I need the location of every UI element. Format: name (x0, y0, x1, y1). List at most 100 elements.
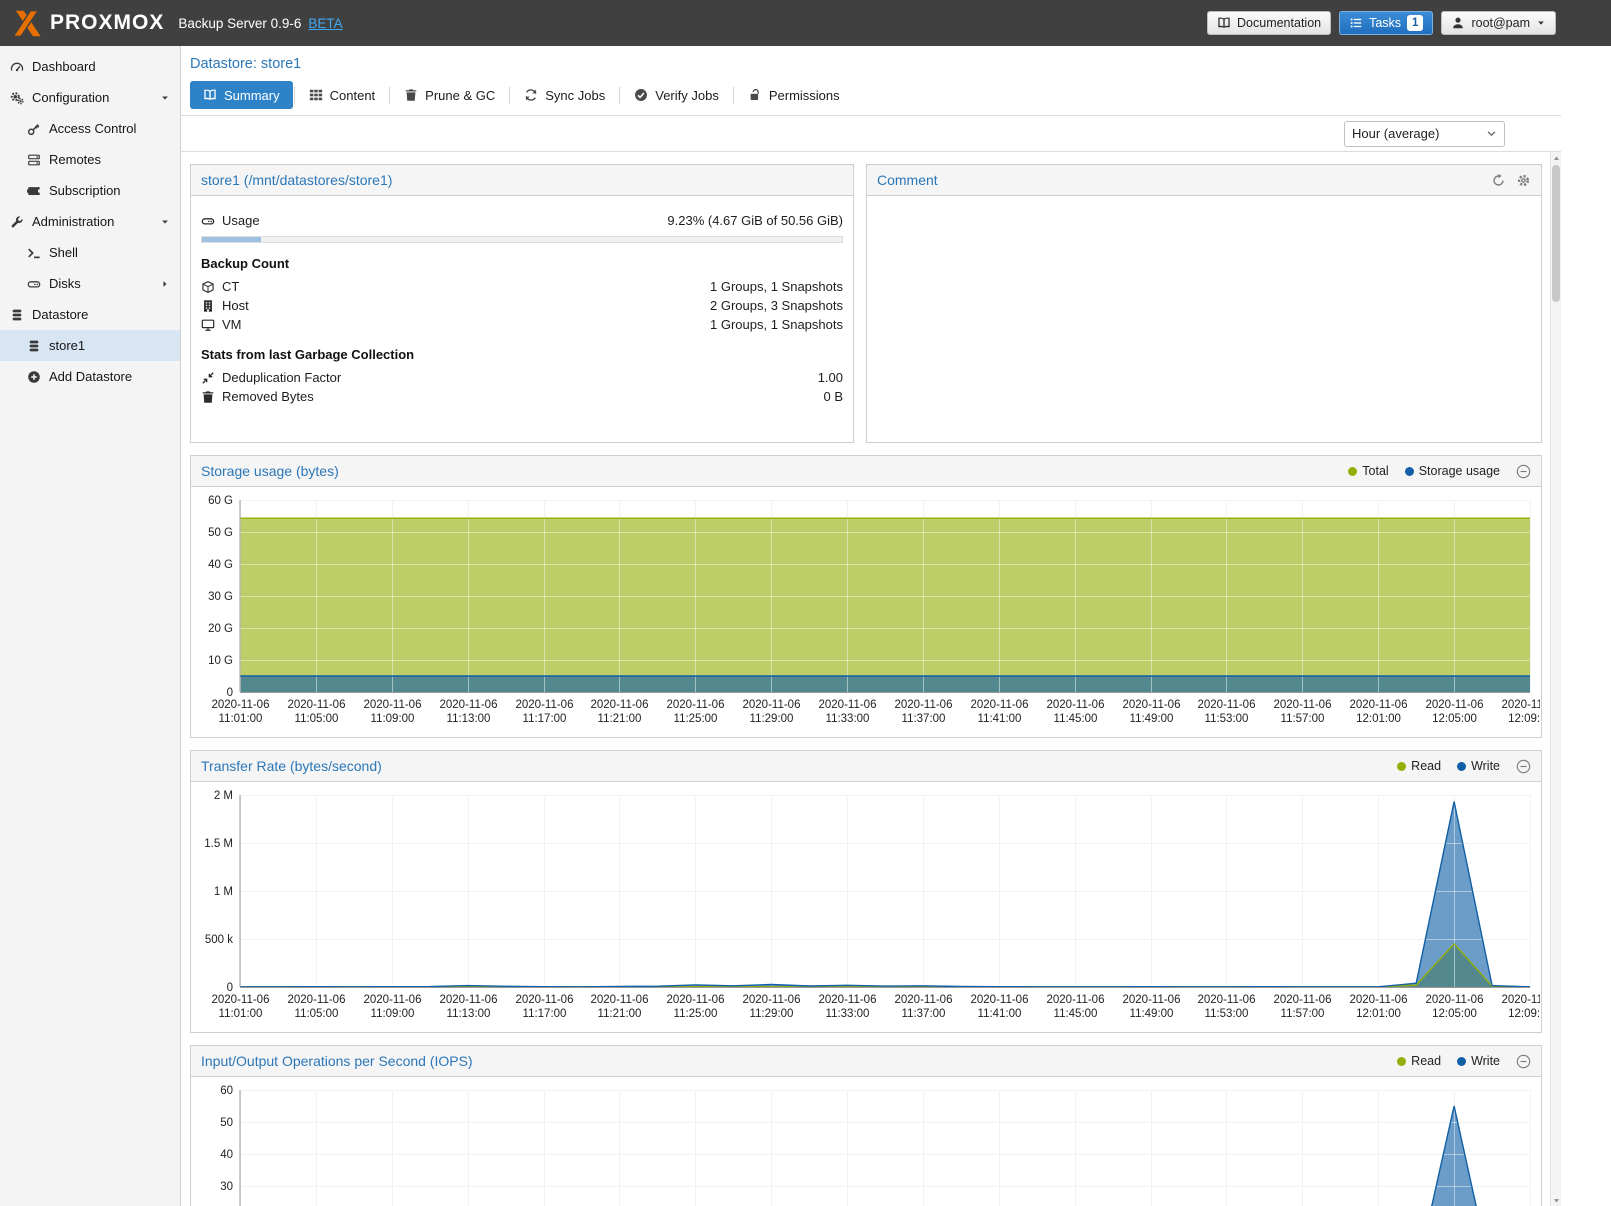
svg-text:30 G: 30 G (208, 591, 233, 603)
sidebar-item-label: Administration (32, 214, 114, 229)
tab-sync-jobs[interactable]: Sync Jobs (511, 81, 618, 109)
svg-text:2020-11-06: 2020-11-06 (819, 994, 877, 1006)
gear-icon[interactable] (1516, 173, 1531, 188)
panels-area: store1 (/mnt/datastores/store1) Usage 9.… (181, 152, 1561, 1206)
comment-panel-header: Comment (867, 165, 1541, 196)
caret-down-icon[interactable] (160, 93, 170, 103)
svg-text:2020-11-06: 2020-11-06 (1274, 994, 1332, 1006)
backup-count-heading: Backup Count (201, 256, 843, 271)
sidebar-item-remotes[interactable]: Remotes (0, 144, 180, 175)
desktop-icon (201, 318, 215, 332)
usage-label: Usage (222, 213, 260, 228)
brand-name: PROXMOX (50, 11, 164, 35)
user-icon (1451, 16, 1465, 30)
beta-link[interactable]: BETA (308, 16, 342, 31)
key-icon (27, 122, 41, 136)
stat-row-ct: CT1 Groups, 1 Snapshots (201, 277, 843, 296)
svg-text:12:09:00: 12:09:00 (1508, 713, 1540, 725)
top-bar-actions: Documentation Tasks 1 root@pam (1207, 11, 1556, 35)
vertical-scrollbar[interactable] (1550, 152, 1561, 1206)
sidebar-item-disks[interactable]: Disks (0, 268, 180, 299)
svg-text:11:37:00: 11:37:00 (902, 1008, 946, 1020)
scrollbar-thumb[interactable] (1552, 165, 1560, 302)
user-menu-button[interactable]: root@pam (1441, 11, 1556, 35)
svg-text:11:57:00: 11:57:00 (1281, 1008, 1325, 1020)
svg-text:0: 0 (227, 687, 233, 699)
tab-summary[interactable]: Summary (190, 81, 293, 109)
legend-read: Read (1397, 759, 1441, 773)
sidebar-item-add-datastore[interactable]: Add Datastore (0, 361, 180, 392)
book-icon (203, 88, 217, 102)
gc-stats-heading: Stats from last Garbage Collection (201, 347, 843, 362)
iops-chart-panel: Input/Output Operations per Second (IOPS… (190, 1045, 1542, 1206)
hdd-icon (27, 277, 41, 291)
sidebar-item-shell[interactable]: Shell (0, 237, 180, 268)
tachometer-icon (10, 60, 24, 74)
svg-text:11:01:00: 11:01:00 (219, 1008, 263, 1020)
svg-text:11:29:00: 11:29:00 (750, 1008, 794, 1020)
svg-text:2020-11-06: 2020-11-06 (1502, 994, 1540, 1006)
sidebar-item-store1[interactable]: store1 (0, 330, 180, 361)
legend-dot-total (1348, 467, 1357, 476)
svg-text:11:33:00: 11:33:00 (826, 1008, 870, 1020)
sidebar-item-datastore[interactable]: Datastore (0, 299, 180, 330)
comment-panel-tools (1491, 173, 1531, 188)
sidebar-item-configuration[interactable]: Configuration (0, 82, 180, 113)
sidebar-item-label: Subscription (49, 183, 121, 198)
svg-text:2020-11-06: 2020-11-06 (895, 994, 953, 1006)
scroll-up-arrow[interactable] (1551, 152, 1561, 164)
stat-label: Removed Bytes (222, 389, 314, 404)
documentation-button[interactable]: Documentation (1207, 11, 1331, 35)
collapse-icon[interactable] (1516, 464, 1531, 479)
stat-row-deduplication-factor: Deduplication Factor1.00 (201, 368, 843, 387)
tasks-button[interactable]: Tasks 1 (1339, 11, 1433, 35)
transfer-rate-chart-header: Transfer Rate (bytes/second) Read Write (191, 751, 1541, 782)
timeframe-select[interactable]: Hour (average) (1344, 121, 1505, 147)
stat-value: 1.00 (818, 370, 843, 385)
storage-usage-legend: Total Storage usage (1348, 464, 1531, 479)
svg-text:11:49:00: 11:49:00 (1130, 713, 1174, 725)
summary-panel-header: store1 (/mnt/datastores/store1) (191, 165, 853, 196)
collapse-icon[interactable] (1516, 1054, 1531, 1069)
svg-text:2020-11-06: 2020-11-06 (743, 994, 801, 1006)
tab-separator (509, 87, 510, 104)
tab-label: Content (330, 88, 376, 103)
svg-text:50: 50 (220, 1117, 233, 1129)
tab-verify-jobs[interactable]: Verify Jobs (621, 81, 732, 109)
tab-permissions[interactable]: Permissions (735, 81, 853, 109)
stat-value: 1 Groups, 1 Snapshots (710, 279, 843, 294)
svg-text:11:25:00: 11:25:00 (674, 1008, 718, 1020)
svg-text:1 M: 1 M (214, 886, 233, 898)
svg-text:2020-11-06: 2020-11-06 (440, 994, 498, 1006)
tab-prune-gc[interactable]: Prune & GC (391, 81, 508, 109)
iops-legend: Read Write (1397, 1054, 1531, 1069)
svg-text:12:05:00: 12:05:00 (1432, 1008, 1477, 1020)
sidebar-item-administration[interactable]: Administration (0, 206, 180, 237)
gc-stats-rows: Deduplication Factor1.00Removed Bytes0 B (201, 368, 843, 406)
iops-chart: 01020304050602020-11-0611:01:002020-11-0… (192, 1078, 1541, 1206)
svg-text:2020-11-06: 2020-11-06 (516, 699, 574, 711)
sidebar-item-dashboard[interactable]: Dashboard (0, 51, 180, 82)
sidebar-item-subscription[interactable]: Subscription (0, 175, 180, 206)
scroll-down-arrow[interactable] (1551, 1194, 1561, 1206)
check-circle-icon (634, 88, 648, 102)
svg-text:11:49:00: 11:49:00 (1130, 1008, 1174, 1020)
storage-usage-chart-title: Storage usage (bytes) (201, 463, 339, 479)
svg-text:2020-11-06: 2020-11-06 (1274, 699, 1332, 711)
refresh-icon[interactable] (1491, 173, 1506, 188)
compress-icon (201, 371, 215, 385)
caret-down-icon[interactable] (160, 217, 170, 227)
tab-content[interactable]: Content (296, 81, 389, 109)
sidebar-item-access-control[interactable]: Access Control (0, 113, 180, 144)
tab-separator (619, 87, 620, 104)
sidebar-item-label: Remotes (49, 152, 101, 167)
sidebar-item-label: Datastore (32, 307, 88, 322)
svg-text:2020-11-06: 2020-11-06 (591, 994, 649, 1006)
sidebar-item-label: store1 (49, 338, 85, 353)
caret-right-icon[interactable] (160, 279, 170, 289)
gears-icon (10, 91, 24, 105)
collapse-icon[interactable] (1516, 759, 1531, 774)
tab-label: Summary (224, 88, 280, 103)
svg-text:2020-11-06: 2020-11-06 (1426, 994, 1484, 1006)
legend-storage-usage: Storage usage (1405, 464, 1500, 478)
